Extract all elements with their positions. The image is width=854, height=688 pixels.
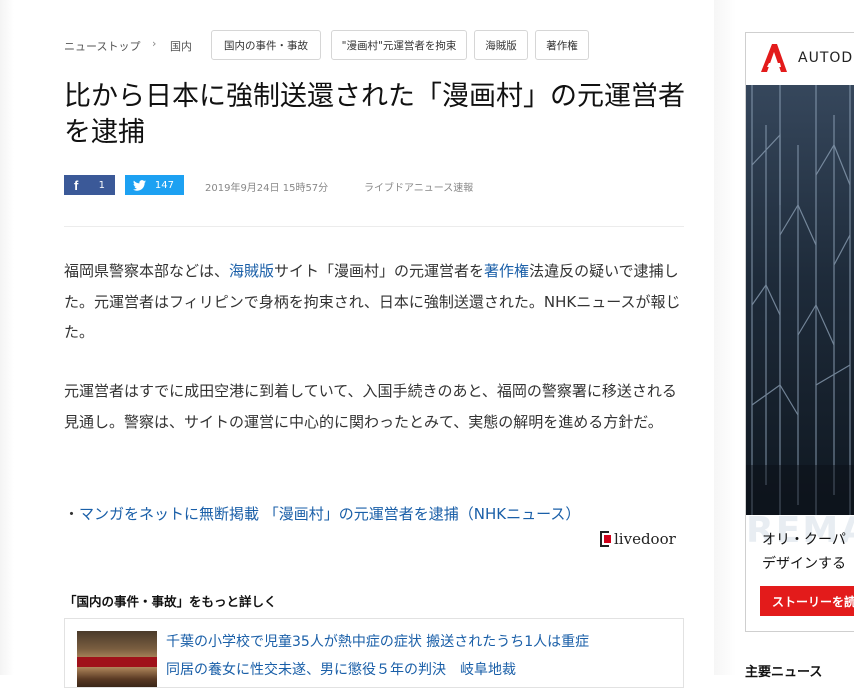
- sidebar-heading: 主要ニュース: [745, 665, 823, 680]
- livedoor-logo: livedoor: [598, 530, 676, 548]
- autodesk-logo-icon: [761, 44, 787, 72]
- twitter-share-count: 147: [154, 179, 174, 191]
- left-gutter: [0, 0, 14, 675]
- tag-domestic-incidents[interactable]: 国内の事件・事故: [211, 30, 321, 60]
- article-paragraph-1: 福岡県警察本部などは、海賊版サイト「漫画村」の元運営者を著作権法違反の疑いで逮捕…: [64, 256, 686, 348]
- bullet: ・: [64, 505, 80, 523]
- related-item[interactable]: 千葉の小学校で児童35人が熱中症の症状 搬送されたうち1人は重症: [166, 631, 589, 651]
- facebook-share-button[interactable]: f 1: [64, 175, 115, 195]
- related-heading: 「国内の事件・事故」をもっと詳しく: [64, 594, 277, 609]
- facebook-share-count: 1: [98, 179, 105, 191]
- ad-cta-button[interactable]: ストーリーを読: [760, 586, 854, 616]
- tag-piracy[interactable]: 海賊版: [474, 30, 528, 60]
- article-source[interactable]: ライブドアニュース速報: [364, 179, 473, 194]
- advertisement-banner[interactable]: AUTODESK REMA オリ・クーパ デザインする ストーリーを読: [745, 32, 854, 632]
- article-paragraph-2: 元運営者はすでに成田空港に到着していて、入国手続きのあと、福岡の警察署に移送され…: [64, 382, 677, 431]
- related-thumbnail[interactable]: [77, 631, 157, 687]
- livedoor-mark-icon: [598, 530, 612, 548]
- article-title: 比から日本に強制送還された「漫画村」の元運営者を逮捕: [64, 81, 685, 148]
- nhk-source-link[interactable]: マンガをネットに無断掲載 「漫画村」の元運営者を逮捕（NHKニュース）: [79, 505, 580, 523]
- article-date: 2019年9月24日 15時57分: [205, 183, 329, 194]
- tag-copyright[interactable]: 著作権: [535, 30, 589, 60]
- link-copyright[interactable]: 著作権: [484, 262, 529, 280]
- ad-copy-line-1: オリ・クーパ: [762, 532, 846, 548]
- twitter-share-button[interactable]: 147: [125, 175, 184, 195]
- paragraph-text: サイト「漫画村」の元運営者を: [274, 262, 485, 280]
- ad-brand: AUTODESK: [798, 50, 854, 66]
- source-link-line: ・マンガをネットに無断掲載 「漫画村」の元運営者を逮捕（NHKニュース）: [64, 500, 580, 528]
- paragraph-text: 福岡県警察本部などは、: [64, 262, 230, 280]
- breadcrumb-category[interactable]: 国内: [170, 38, 192, 54]
- related-list: 千葉の小学校で児童35人が熱中症の症状 搬送されたうち1人は重症 同居の養女に性…: [64, 618, 684, 688]
- ad-image: REMA: [746, 85, 854, 551]
- facebook-icon: f: [74, 177, 79, 193]
- breadcrumb-home[interactable]: ニューストップ: [64, 38, 140, 54]
- divider: [64, 226, 684, 227]
- related-item[interactable]: 同居の養女に性交未遂、男に懲役５年の判決 岐阜地裁: [166, 659, 516, 679]
- link-piracy[interactable]: 海賊版: [229, 262, 274, 280]
- ad-copy-line-2: デザインする: [762, 556, 846, 572]
- tag-mangamura-operator[interactable]: "漫画村"元運営者を拘束: [331, 30, 467, 60]
- chevron-right-icon: ›: [152, 37, 157, 50]
- livedoor-wordmark: livedoor: [614, 530, 676, 548]
- twitter-bird-icon: [133, 179, 146, 191]
